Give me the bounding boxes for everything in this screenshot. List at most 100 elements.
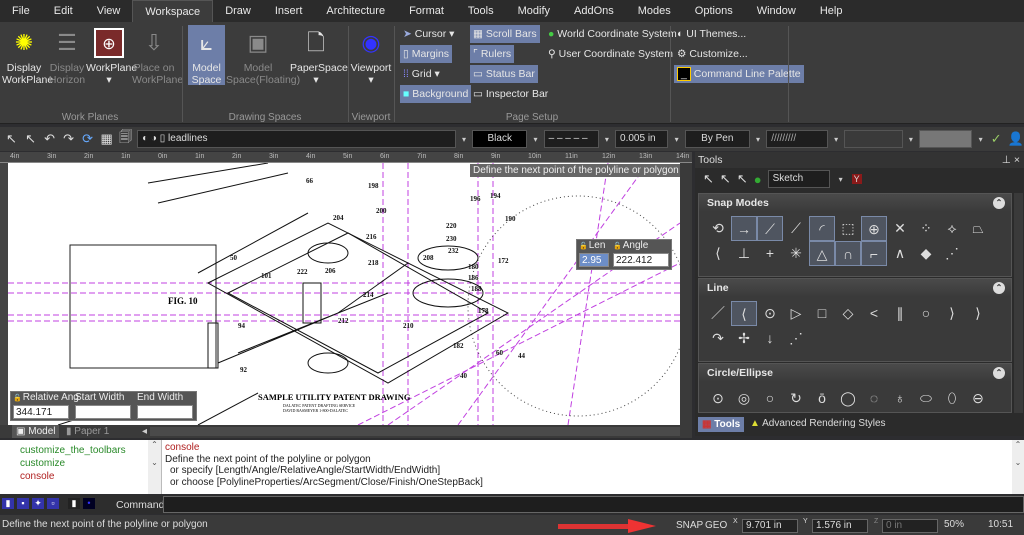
fill-select[interactable] — [919, 130, 973, 148]
cmd-mode-icon[interactable]: ✦ — [32, 498, 44, 509]
snap-tool-icon[interactable]: + — [757, 241, 783, 266]
cmd-mode-icon[interactable]: ▮ — [2, 498, 14, 509]
line-tool-icon[interactable]: ／ — [705, 301, 731, 326]
undo-icon[interactable]: ↶ — [42, 131, 57, 147]
select-edit-icon[interactable]: ↖ — [720, 171, 731, 187]
tree-item[interactable]: customize — [20, 457, 126, 470]
style-select[interactable] — [844, 130, 903, 148]
menu-addons[interactable]: AddOns — [562, 0, 626, 22]
menu-edit[interactable]: Edit — [42, 0, 85, 22]
length-input[interactable]: 2.95 — [579, 253, 609, 267]
line-tool-icon[interactable]: ↷ — [705, 326, 731, 351]
menu-modes[interactable]: Modes — [626, 0, 683, 22]
horizontal-scrollbar[interactable] — [150, 427, 680, 436]
chevron-down-icon[interactable]: ▾ — [754, 135, 762, 144]
menu-help[interactable]: Help — [808, 0, 855, 22]
menu-window[interactable]: Window — [745, 0, 808, 22]
chevron-down-icon[interactable]: ▾ — [832, 135, 840, 144]
cursor-button[interactable]: ➤ Cursor ▾ — [400, 25, 457, 43]
select-arrow-icon[interactable]: ↖ — [4, 131, 19, 147]
menu-draw[interactable]: Draw — [213, 0, 263, 22]
line-tool-icon[interactable]: ⋰ — [783, 326, 809, 351]
snap-tool-icon[interactable]: ⟲ — [705, 216, 731, 241]
snap-tool-icon[interactable]: ⊕ — [861, 216, 887, 241]
horizontal-ruler[interactable]: 4in 3in 2in 1in 0in 1in 2in 3in 4in 5in 6in 7in 8in 9… — [0, 152, 692, 163]
layers-icon[interactable]: 🗐 — [118, 128, 133, 150]
circle-tool-icon[interactable]: ⬭ — [913, 386, 939, 411]
inspector-bar-button[interactable]: ▭ Inspector Bar — [470, 85, 551, 103]
scroll-bars-button[interactable]: ▦ Scroll Bars — [470, 25, 540, 43]
tab-tools[interactable]: ▦ Tools — [698, 417, 745, 432]
pin-close-icon[interactable]: ⊥ × — [1002, 152, 1024, 168]
collapse-icon[interactable]: ⌃ — [993, 367, 1005, 379]
wcs-button[interactable]: ● World Coordinate System — [545, 25, 680, 43]
status-bar-button[interactable]: ▭ Status Bar — [470, 65, 538, 83]
snap-tool-icon[interactable]: ⟋ — [757, 216, 783, 241]
line-tool-icon[interactable]: ✢ — [731, 326, 757, 351]
line-tool-icon[interactable]: ○ — [913, 301, 939, 326]
snap-tool-icon[interactable]: → — [731, 216, 757, 241]
z-coordinate[interactable]: 0 in — [882, 519, 938, 533]
start-width-input[interactable] — [75, 405, 131, 419]
refresh-icon[interactable]: ⟳ — [80, 131, 95, 147]
menu-view[interactable]: View — [85, 0, 133, 22]
tree-scrollbar[interactable]: ⌃ ⌄ — [148, 440, 161, 494]
layer-select[interactable]: ◐ ◑ ▯ leadlines — [137, 130, 456, 148]
circle-tool-icon[interactable]: ◌ — [861, 386, 887, 411]
select-path-icon[interactable]: ↖ — [737, 171, 748, 187]
workplane-button[interactable]: ⊕ WorkPlane ▾ — [86, 28, 137, 86]
color-select[interactable]: Black — [472, 130, 528, 148]
snap-tool-icon[interactable]: ⊥ — [731, 241, 757, 266]
panel-scrollbar[interactable] — [1014, 193, 1023, 413]
relative-angle-input[interactable]: 344.171 — [13, 405, 69, 419]
tree-item[interactable]: console — [20, 470, 126, 483]
menu-architecture[interactable]: Architecture — [314, 0, 397, 22]
paperspace-button[interactable]: 🗋 PaperSpace ▾ — [290, 28, 348, 86]
command-input[interactable] — [163, 496, 1024, 513]
ucs-button[interactable]: ⚲ User Coordinate System — [545, 45, 676, 63]
customize-button[interactable]: ⚙ Customize... — [674, 45, 751, 63]
circle-tool-icon[interactable]: ↻ — [783, 386, 809, 411]
snap-tool-icon[interactable]: ⁘ — [913, 216, 939, 241]
line-tool-icon[interactable]: ⊙ — [757, 301, 783, 326]
snap-tool-icon[interactable]: △ — [809, 241, 835, 266]
menu-format[interactable]: Format — [397, 0, 456, 22]
drawing-canvas[interactable]: 66 198 200 204 216 220 230 232 218 208 206 222 50 101… — [8, 163, 680, 425]
snap-tool-icon[interactable]: ⟨ — [705, 241, 731, 266]
tree-item[interactable]: customize_the_toolbars — [20, 444, 126, 457]
viewport-button[interactable]: ◉ Viewport ▾ — [350, 28, 392, 86]
ui-themes-button[interactable]: ◐ UI Themes... — [674, 25, 749, 43]
x-coordinate[interactable]: 9.701 in — [742, 519, 798, 533]
snap-tool-icon[interactable]: ⋰ — [939, 241, 965, 266]
lock-icon[interactable]: 🔓 — [13, 395, 22, 402]
snap-tool-icon[interactable]: ⌐ — [861, 241, 887, 266]
line-weight-select[interactable]: 0.005 in — [615, 130, 669, 148]
circle-tool-icon[interactable]: ⊖ — [965, 386, 991, 411]
user-icon[interactable]: 👤 — [1008, 131, 1024, 147]
line-tool-icon[interactable]: ⟩ — [939, 301, 965, 326]
rulers-button[interactable]: ⌜ Rulers — [470, 45, 515, 63]
snap-tool-icon[interactable]: ◜ — [809, 216, 835, 241]
display-workplane-button[interactable]: ✺ Display WorkPlane — [2, 28, 53, 86]
chevron-down-icon[interactable]: ▾ — [976, 135, 984, 144]
vertical-ruler[interactable] — [0, 163, 8, 425]
tab-model[interactable]: ▣ Model — [12, 425, 60, 438]
geo-toggle[interactable]: GEO — [705, 520, 727, 531]
cmd-mode-icon[interactable]: ▪ — [17, 498, 29, 509]
pen-select[interactable]: By Pen — [684, 130, 750, 148]
line-tool-icon[interactable]: ▷ — [783, 301, 809, 326]
background-button[interactable]: ■ Background — [400, 85, 472, 103]
line-style-select[interactable]: – – – – – – — [543, 130, 599, 160]
snap-tool-icon[interactable]: ∩ — [835, 241, 861, 266]
redo-icon[interactable]: ↷ — [61, 131, 76, 147]
snap-tool-icon[interactable]: ⏢ — [965, 216, 991, 241]
lock-icon[interactable]: 🔓 — [579, 243, 588, 250]
place-on-workplane-button[interactable]: ⇩ Place on WorkPlane — [132, 28, 183, 86]
chevron-down-icon[interactable]: ▾ — [672, 135, 680, 144]
circle-tool-icon[interactable]: ⊙ — [705, 386, 731, 411]
snap-toggle[interactable]: SNAP — [676, 520, 703, 531]
mode-select[interactable]: Sketch — [767, 170, 830, 188]
grid-button[interactable]: ⁞⁞ Grid ▾ — [400, 65, 443, 83]
y-coordinate[interactable]: 1.576 in — [812, 519, 868, 533]
line-tool-icon[interactable]: □ — [809, 301, 835, 326]
